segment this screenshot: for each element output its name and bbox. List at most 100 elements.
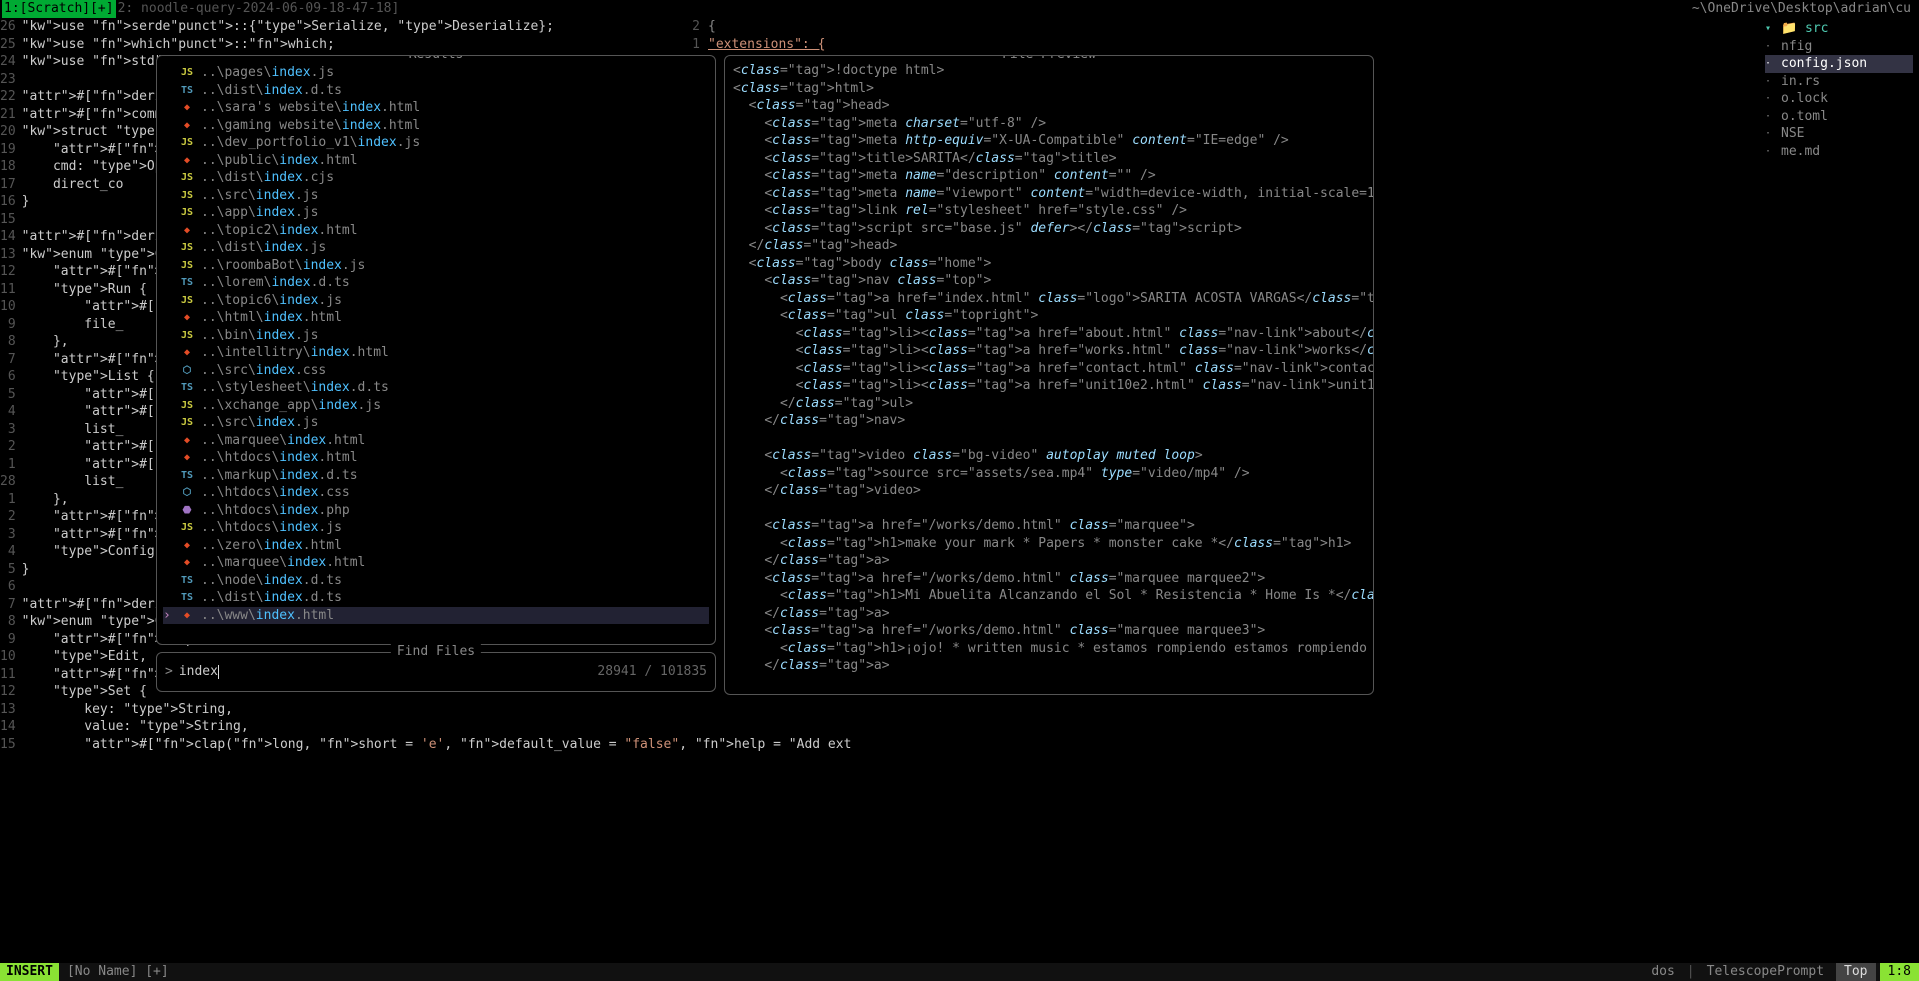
result-row[interactable]: JS..\app\index.js xyxy=(163,204,709,222)
result-row[interactable]: JS..\topic6\index.js xyxy=(163,292,709,310)
result-row[interactable]: ⬡..\src\index.css xyxy=(163,362,709,380)
result-row[interactable]: ◆..\marquee\index.html xyxy=(163,432,709,450)
result-row[interactable]: ◆ ..\sara's website\index.html xyxy=(163,99,709,117)
file-path: ..\www\index.html xyxy=(201,607,334,625)
telescope-results[interactable]: Results JS..\pages\index.js TS..\dist\in… xyxy=(156,55,716,645)
file-path: ..\src\index.js xyxy=(201,187,318,205)
file-icon: JS xyxy=(179,397,195,415)
search-input[interactable]: index xyxy=(179,663,219,681)
cursor-pos: 1:8 xyxy=(1880,963,1919,981)
file-icon: JS xyxy=(179,239,195,257)
editor-right[interactable]: 2{ 1"extensions": { xyxy=(672,18,1312,53)
tree-root[interactable]: ▾ 📁 src xyxy=(1765,20,1913,38)
file-icon: ◆ xyxy=(179,344,195,362)
result-row[interactable]: JS..\htdocs\index.js xyxy=(163,519,709,537)
file-icon: ⬡ xyxy=(179,484,195,502)
breadcrumb: ~\OneDrive\Desktop\adrian\cu xyxy=(1692,0,1911,18)
result-row[interactable]: TS..\lorem\index.d.ts xyxy=(163,274,709,292)
result-row[interactable]: JS..\src\index.js xyxy=(163,187,709,205)
file-path: ..\bin\index.js xyxy=(201,327,318,345)
file-path: ..\intellitry\index.html xyxy=(201,344,389,362)
file-icon: ◆ xyxy=(179,152,195,170)
telescope-prompt[interactable]: Find Files > index 28941 / 101835 xyxy=(156,652,716,692)
tab-inactive[interactable]: 2: noodle-query-2024-06-09-18-47-18] xyxy=(116,0,402,18)
result-row[interactable]: ◆ ..\zero\index.html xyxy=(163,537,709,555)
file-icon: TS xyxy=(179,274,195,292)
result-row[interactable]: ⬣ ..\htdocs\index.php xyxy=(163,502,709,520)
result-row[interactable]: JS ..\bin\index.js xyxy=(163,327,709,345)
file-path: ..\marquee\index.html xyxy=(201,554,365,572)
result-row[interactable]: TS..\dist\index.d.ts xyxy=(163,589,709,607)
tree-item[interactable]: ·o.toml xyxy=(1765,108,1913,126)
file-icon: TS xyxy=(179,467,195,485)
result-row[interactable]: ◆ ..\topic2\index.html xyxy=(163,222,709,240)
result-row[interactable]: JS..\roombaBot\index.js xyxy=(163,257,709,275)
file-icon: ⬣ xyxy=(179,502,195,520)
file-path: ..\dist\index.cjs xyxy=(201,169,334,187)
file-icon: TS xyxy=(179,379,195,397)
file-path: ..\topic2\index.html xyxy=(201,222,358,240)
result-row[interactable]: JS ..\xchange_app\index.js xyxy=(163,397,709,415)
line-num: 2 xyxy=(680,18,700,36)
tree-item[interactable]: ·nfig xyxy=(1765,38,1913,56)
file-icon: ◆ xyxy=(179,222,195,240)
statusline: INSERT [No Name] [+] dos | TelescopeProm… xyxy=(0,963,1919,981)
file-path: ..\src\index.css xyxy=(201,362,326,380)
file-icon: · xyxy=(1765,55,1777,73)
file-icon: JS xyxy=(179,64,195,82)
result-row[interactable]: ◆..\htdocs\index.html xyxy=(163,449,709,467)
find-title: Find Files xyxy=(391,643,481,661)
telescope-preview: File Preview <class="tag">!doctype html>… xyxy=(724,55,1374,695)
result-row[interactable]: ◆..\gaming website\index.html xyxy=(163,117,709,135)
file-icon: JS xyxy=(179,327,195,345)
folder-icon: ▾ xyxy=(1765,20,1777,38)
result-row[interactable]: JS..\src\index.js xyxy=(163,414,709,432)
preview-body: <class="tag">!doctype html> <class="tag"… xyxy=(733,62,1365,675)
result-row[interactable]: JS..\dev_portfolio_v1\index.js xyxy=(163,134,709,152)
result-row[interactable]: ⬡..\htdocs\index.css xyxy=(163,484,709,502)
result-row[interactable]: ›◆..\www\index.html xyxy=(163,607,709,625)
tree-item[interactable]: ·config.json xyxy=(1765,55,1913,73)
tree-item[interactable]: ·NSE xyxy=(1765,125,1913,143)
file-icon: TS xyxy=(179,589,195,607)
result-row[interactable]: ◆ ..\intellitry\index.html xyxy=(163,344,709,362)
result-row[interactable]: JS..\dist\index.js xyxy=(163,239,709,257)
file-icon: JS xyxy=(179,169,195,187)
result-row[interactable]: JS ..\pages\index.js xyxy=(163,64,709,82)
preview-title: File Preview xyxy=(996,55,1102,64)
file-path: ..\app\index.js xyxy=(201,204,318,222)
tab-active[interactable]: 1:[Scratch][+] xyxy=(2,0,116,18)
file-path: ..\sara's website\index.html xyxy=(201,99,420,117)
file-path: ..\zero\index.html xyxy=(201,537,342,555)
file-icon: · xyxy=(1765,143,1777,161)
result-row[interactable]: ◆..\public\index.html xyxy=(163,152,709,170)
tree-item[interactable]: ·o.lock xyxy=(1765,90,1913,108)
result-row[interactable]: JS ..\dist\index.cjs xyxy=(163,169,709,187)
file-icon: · xyxy=(1765,108,1777,126)
file-path: ..\pages\index.js xyxy=(201,64,334,82)
result-row[interactable]: ◆..\marquee\index.html xyxy=(163,554,709,572)
fileformat: dos xyxy=(1643,963,1682,981)
result-row[interactable]: TS..\dist\index.d.ts xyxy=(163,82,709,100)
line-num: 1 xyxy=(680,36,700,54)
file-icon: · xyxy=(1765,38,1777,56)
result-row[interactable]: TS..\markup\index.d.ts xyxy=(163,467,709,485)
code-text: { xyxy=(708,19,716,34)
file-tree[interactable]: ▾ 📁 src ·nfig·config.json·in.rs·o.lock·o… xyxy=(1759,18,1919,162)
file-path: ..\htdocs\index.html xyxy=(201,449,358,467)
result-row[interactable]: ◆..\html\index.html xyxy=(163,309,709,327)
result-row[interactable]: TS..\stylesheet\index.d.ts xyxy=(163,379,709,397)
file-path: ..\htdocs\index.php xyxy=(201,502,350,520)
file-path: ..\src\index.js xyxy=(201,414,318,432)
file-path: ..\xchange_app\index.js xyxy=(201,397,381,415)
file-icon: ◆ xyxy=(179,99,195,117)
tree-item[interactable]: ·in.rs xyxy=(1765,73,1913,91)
file-icon: ◆ xyxy=(179,537,195,555)
result-count: 28941 / 101835 xyxy=(597,663,707,681)
results-title: Results xyxy=(403,55,470,64)
tree-item[interactable]: ·me.md xyxy=(1765,143,1913,161)
folder-name: 📁 src xyxy=(1781,20,1829,38)
result-row[interactable]: TS..\node\index.d.ts xyxy=(163,572,709,590)
file-path: ..\node\index.d.ts xyxy=(201,572,342,590)
file-icon: · xyxy=(1765,73,1777,91)
